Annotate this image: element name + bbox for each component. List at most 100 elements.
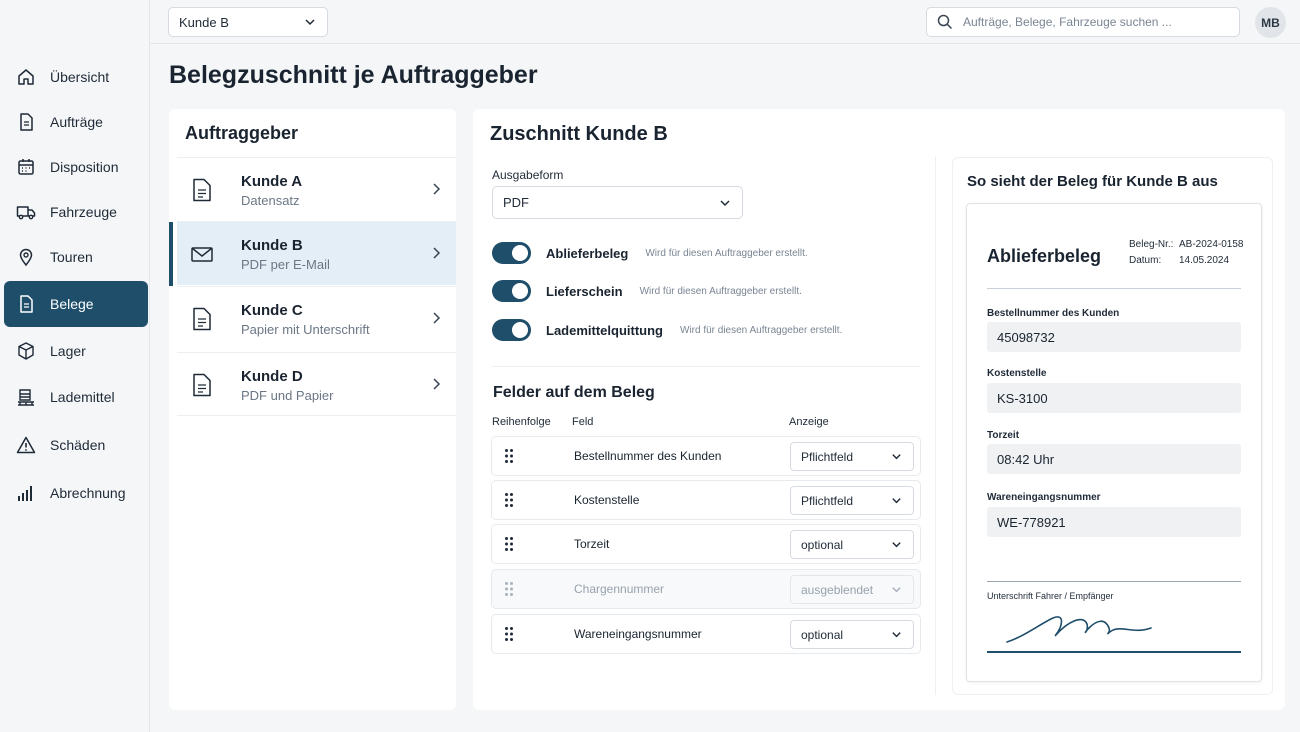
document-icon bbox=[20, 113, 33, 131]
chevron-down-icon bbox=[892, 632, 901, 638]
sidebar-item-label: Lager bbox=[50, 343, 86, 359]
display-select[interactable]: optional bbox=[790, 530, 914, 559]
home-icon bbox=[18, 69, 34, 85]
avatar[interactable]: MB bbox=[1255, 7, 1286, 38]
display-select-value: ausgeblendet bbox=[801, 582, 874, 597]
client-name: Kunde B bbox=[241, 237, 303, 254]
chevron-right-icon bbox=[433, 247, 441, 259]
signature-label: Unterschrift Fahrer / Empfänger bbox=[987, 591, 1114, 601]
drag-handle-icon[interactable] bbox=[504, 626, 514, 642]
drag-handle-icon[interactable] bbox=[504, 492, 514, 508]
client-item-kunde-b[interactable]: Kunde B PDF per E-Mail bbox=[169, 221, 456, 286]
search-box[interactable] bbox=[926, 7, 1240, 37]
sidebar-item-lager[interactable]: Lager bbox=[4, 328, 148, 374]
field-name: Kostenstelle bbox=[574, 493, 640, 507]
display-select-value: Pflichtfeld bbox=[801, 493, 854, 508]
field-row-kostenstelle: Kostenstelle Pflichtfeld bbox=[491, 480, 921, 520]
sidebar-item-belege[interactable]: Belege bbox=[4, 281, 148, 327]
chevron-down-icon bbox=[720, 199, 730, 206]
toggle-row-ablieferbeleg: Ablieferbeleg Wird für diesen Auftraggeb… bbox=[492, 241, 808, 265]
chevron-down-icon bbox=[892, 587, 901, 593]
toggle-description: Wird für diesen Auftraggeber erstellt. bbox=[639, 285, 802, 297]
client-item-kunde-c[interactable]: Kunde C Papier mit Unterschrift bbox=[177, 286, 456, 350]
box-icon bbox=[18, 342, 34, 360]
location-pin-icon bbox=[19, 248, 33, 267]
chevron-right-icon bbox=[433, 312, 441, 324]
client-select[interactable]: Kunde B bbox=[168, 7, 328, 37]
client-list-title: Auftraggeber bbox=[185, 123, 299, 143]
toggle-label: Lademittelquittung bbox=[546, 322, 663, 338]
drag-handle-icon[interactable] bbox=[504, 536, 514, 552]
config-form: Ausgabeform PDF Ablieferbeleg Wird für d… bbox=[491, 157, 936, 695]
client-item-kunde-d[interactable]: Kunde D PDF und Papier bbox=[177, 352, 456, 416]
preview-title: So sieht der Beleg für Kunde B aus bbox=[967, 173, 1218, 190]
search-input[interactable] bbox=[963, 15, 1223, 29]
fields-title: Felder auf dem Beleg bbox=[493, 384, 655, 401]
client-item-kunde-a[interactable]: Kunde A Datensatz bbox=[177, 157, 456, 221]
lieferschein-toggle[interactable] bbox=[492, 280, 531, 302]
receipt-icon bbox=[20, 295, 33, 313]
display-select-value: optional bbox=[801, 537, 844, 552]
sidebar-item-abrechnung[interactable]: Abrechnung bbox=[4, 470, 148, 516]
lademittelquittung-toggle[interactable] bbox=[492, 319, 531, 341]
client-list-panel: Auftraggeber Kunde A Datensatz Kunde B P… bbox=[169, 109, 456, 710]
column-header-field: Feld bbox=[572, 416, 594, 428]
preview-field-label: Torzeit bbox=[987, 430, 1020, 441]
page-title: Belegzuschnitt je Auftraggeber bbox=[169, 61, 538, 89]
sidebar-item-label: Übersicht bbox=[50, 69, 110, 85]
preview-field-label: Wareneingangsnummer bbox=[987, 492, 1101, 503]
signature-line bbox=[987, 651, 1241, 653]
warning-icon bbox=[16, 436, 36, 454]
document-icon bbox=[193, 178, 211, 202]
config-panel: Zuschnitt Kunde B Ausgabeform PDF Ablief… bbox=[473, 109, 1285, 710]
drag-handle-icon[interactable] bbox=[504, 581, 514, 597]
sidebar-item-label: Schäden bbox=[50, 437, 106, 453]
display-select[interactable]: Pflichtfeld bbox=[790, 486, 914, 515]
drag-handle-icon[interactable] bbox=[504, 448, 514, 464]
field-row-bestellnummer: Bestellnummer des Kunden Pflichtfeld bbox=[491, 436, 921, 476]
date-label: Datum: bbox=[1129, 255, 1162, 266]
document-meta-values: AB-2024-0158 14.05.2024 bbox=[1179, 237, 1244, 269]
sidebar-item-touren[interactable]: Touren bbox=[4, 234, 148, 280]
column-header-order: Reihenfolge bbox=[492, 416, 551, 428]
mail-icon bbox=[191, 247, 213, 262]
sidebar-item-schaeden[interactable]: Schäden bbox=[4, 422, 148, 468]
sidebar: Übersicht Aufträge Disposition Fahrzeuge… bbox=[0, 44, 150, 732]
sidebar-item-label: Touren bbox=[50, 249, 93, 265]
document-icon bbox=[193, 307, 211, 331]
document-preview: So sieht der Beleg für Kunde B aus Ablie… bbox=[952, 157, 1273, 695]
display-select[interactable]: ausgeblendet bbox=[790, 575, 914, 604]
preview-field-value: KS-3100 bbox=[987, 383, 1241, 413]
display-select[interactable]: Pflichtfeld bbox=[790, 442, 914, 471]
display-select[interactable]: optional bbox=[790, 620, 914, 649]
sidebar-item-disposition[interactable]: Disposition bbox=[4, 144, 148, 190]
sidebar-item-auftraege[interactable]: Aufträge bbox=[4, 99, 148, 145]
field-row-chargennummer: Chargennummer ausgeblendet bbox=[491, 569, 921, 609]
sidebar-item-fahrzeuge[interactable]: Fahrzeuge bbox=[4, 189, 148, 235]
client-output-type: Datensatz bbox=[241, 193, 300, 208]
client-output-type: PDF und Papier bbox=[241, 388, 334, 403]
field-row-torzeit: Torzeit optional bbox=[491, 524, 921, 564]
field-name: Wareneingangsnummer bbox=[574, 627, 702, 641]
pallet-icon bbox=[18, 389, 34, 406]
calendar-icon bbox=[18, 159, 34, 175]
toggle-label: Lieferschein bbox=[546, 283, 623, 299]
format-select[interactable]: PDF bbox=[492, 186, 743, 219]
sidebar-item-lademittel[interactable]: Lademittel bbox=[4, 374, 148, 420]
client-name: Kunde A bbox=[241, 173, 303, 190]
chevron-down-icon bbox=[892, 542, 901, 548]
toggle-row-lademittelquittung: Lademittelquittung Wird für diesen Auftr… bbox=[492, 318, 842, 342]
sidebar-item-label: Aufträge bbox=[50, 114, 103, 130]
field-name: Torzeit bbox=[574, 537, 610, 551]
sidebar-item-uebersicht[interactable]: Übersicht bbox=[4, 54, 148, 100]
preview-field-label: Bestellnummer des Kunden bbox=[987, 308, 1120, 319]
sidebar-item-label: Lademittel bbox=[50, 389, 115, 405]
truck-icon bbox=[16, 206, 36, 220]
document-icon bbox=[193, 373, 211, 397]
document-meta-labels: Beleg-Nr.: Datum: bbox=[1129, 237, 1173, 269]
toggle-description: Wird für diesen Auftraggeber erstellt. bbox=[645, 247, 808, 259]
ablieferbeleg-toggle[interactable] bbox=[492, 242, 531, 264]
divider bbox=[492, 366, 920, 367]
sidebar-item-label: Abrechnung bbox=[50, 485, 126, 501]
chevron-down-icon bbox=[892, 498, 901, 504]
